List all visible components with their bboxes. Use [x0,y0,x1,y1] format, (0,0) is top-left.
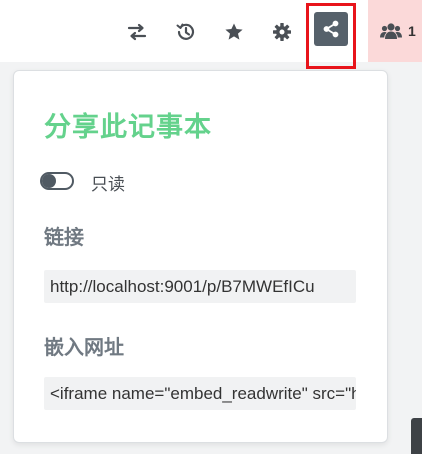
link-field[interactable]: http://localhost:9001/p/B7MWEfICu [44,270,356,303]
swap-arrows-icon [127,23,147,41]
link-label: 链接 [44,225,84,249]
gear-icon [273,23,291,41]
saved-revision-button[interactable] [218,16,250,48]
users-count: 1 [408,23,416,39]
history-icon [176,23,195,40]
share-popup: 分享此记事本 只读 链接 http://localhost:9001/p/B7M… [13,70,388,443]
embed-code-field[interactable]: <iframe name="embed_readwrite" src="http… [44,377,356,410]
users-icon [380,23,402,39]
readonly-label: 只读 [91,175,125,195]
embed-label: 嵌入网址 [44,335,124,359]
star-icon [225,23,243,40]
show-users-button[interactable]: 1 [368,0,422,62]
popup-title: 分享此记事本 [44,112,212,143]
toggle-knob [42,174,56,188]
share-button-highlight [306,3,356,69]
import-export-button[interactable] [121,16,153,48]
scrollbar-thumb[interactable] [411,418,422,454]
timeslider-button[interactable] [170,16,202,48]
editor-toolbar: 1 [0,0,422,69]
settings-button[interactable] [266,16,298,48]
readonly-toggle[interactable] [40,172,74,190]
